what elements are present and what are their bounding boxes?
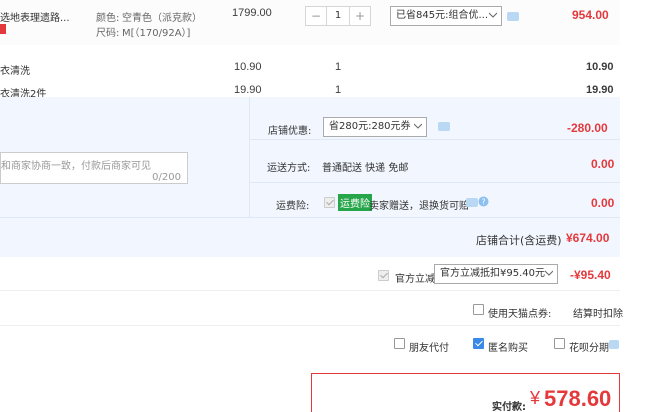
qty-input[interactable]: 1 — [326, 7, 350, 25]
promo-select-value: 省280元:280元券 — [329, 121, 411, 132]
size-label: 尺码: — [96, 28, 120, 39]
payment-amount: 578.60 — [544, 386, 612, 411]
qty-plus-button[interactable]: + — [350, 7, 370, 25]
addon-price-1: 10.90 — [234, 61, 262, 73]
points-checkbox[interactable] — [473, 304, 484, 315]
row-divider — [0, 325, 620, 326]
svg-text:?: ? — [481, 198, 485, 207]
shipping-label: 运送方式: — [267, 163, 311, 174]
anonymous-label[interactable]: 匿名购买 — [488, 339, 528, 354]
payment-currency: ¥ — [530, 388, 541, 408]
chevron-down-icon — [489, 12, 497, 18]
unit-price: 1799.00 — [232, 7, 272, 19]
friend-pay-checkbox[interactable] — [394, 338, 405, 349]
huabei-checkbox[interactable] — [554, 338, 565, 349]
qty-minus-button[interactable]: − — [306, 7, 326, 25]
product-row: 选地表理遗路... 颜色: 空青色（派克款） 尺码: M[（170/92A）] … — [0, 0, 620, 45]
shop-total-label: 店铺合计(含运费) — [476, 234, 562, 247]
quantity-stepper: − 1 + — [305, 6, 371, 26]
promo-select[interactable]: 省280元:280元券 — [323, 117, 427, 137]
addon-price-2: 19.90 — [234, 84, 262, 96]
size-value: M[（170/92A）] — [122, 28, 191, 39]
row-divider — [250, 182, 620, 183]
product-name[interactable]: 选地表理遗路... — [0, 9, 90, 24]
chevron-down-icon — [414, 123, 422, 129]
addon-qty-2: 1 — [335, 84, 342, 96]
row-divider — [250, 139, 620, 140]
memo-counter: 0/200 — [152, 172, 181, 183]
points-note: 结算时扣除 — [573, 309, 623, 320]
row-divider — [0, 217, 620, 218]
payment-total-box: 实付款: ¥ 578.60 — [311, 373, 620, 412]
color-label: 颜色: — [96, 13, 120, 24]
insurance-tag: 运费险 — [338, 194, 372, 211]
message-icon[interactable] — [466, 198, 478, 207]
shipping-value: 普通配送 快递 免邮 — [322, 163, 409, 174]
official-discount-amount: -¥95.40 — [570, 268, 611, 282]
discount-select-value: 已省845元:组合优... — [396, 10, 488, 21]
chevron-down-icon — [545, 270, 553, 276]
huabei-label[interactable]: 花呗分期 — [569, 339, 609, 354]
official-discount-select-value: 官方立减抵扣¥95.40元 — [440, 268, 545, 279]
product-subtotal: 954.00 — [572, 8, 609, 22]
addon-subtotal-2: 19.90 — [586, 84, 614, 96]
official-discount-checkbox[interactable] — [378, 270, 389, 281]
memo-placeholder: 和商家协商一致，付款后商家可见 — [1, 161, 151, 172]
addon-name-1: 衣清洗 — [0, 66, 30, 77]
message-icon[interactable] — [609, 340, 619, 349]
points-label: 使用天猫点券: — [488, 309, 552, 320]
official-discount-label: 官方立减 — [395, 274, 435, 285]
discount-select[interactable]: 已省845元:组合优... — [390, 6, 502, 26]
insurance-checkbox[interactable] — [324, 197, 335, 208]
product-tag — [0, 24, 6, 34]
color-value: 空青色（派克款） — [122, 13, 202, 24]
promo-label: 店铺优惠: — [268, 126, 312, 137]
insurance-label: 运费险: — [276, 201, 310, 212]
message-icon[interactable] — [438, 122, 450, 131]
insurance-amount: 0.00 — [591, 196, 615, 210]
promo-amount: -280.00 — [567, 121, 608, 135]
official-discount-select[interactable]: 官方立减抵扣¥95.40元 — [434, 264, 558, 284]
shop-total-value: ¥674.00 — [566, 231, 610, 245]
anonymous-checkbox[interactable] — [473, 338, 484, 349]
message-icon[interactable] — [507, 12, 519, 21]
addon-qty-1: 1 — [335, 61, 342, 73]
shop-summary: 和商家协商一致，付款后商家可见 0/200 店铺优惠: 省280元:280元券 … — [0, 97, 620, 257]
row-divider — [0, 290, 620, 291]
memo-field[interactable]: 和商家协商一致，付款后商家可见 0/200 — [0, 152, 188, 184]
friend-pay-label[interactable]: 朋友代付 — [409, 339, 449, 354]
addon-subtotal-1: 10.90 — [586, 61, 614, 73]
shipping-amount: 0.00 — [591, 157, 615, 171]
payment-label: 实付款: — [492, 402, 526, 412]
insurance-desc: 卖家赠送，退换货可赔 — [369, 201, 469, 212]
help-icon[interactable]: ? — [478, 196, 489, 207]
